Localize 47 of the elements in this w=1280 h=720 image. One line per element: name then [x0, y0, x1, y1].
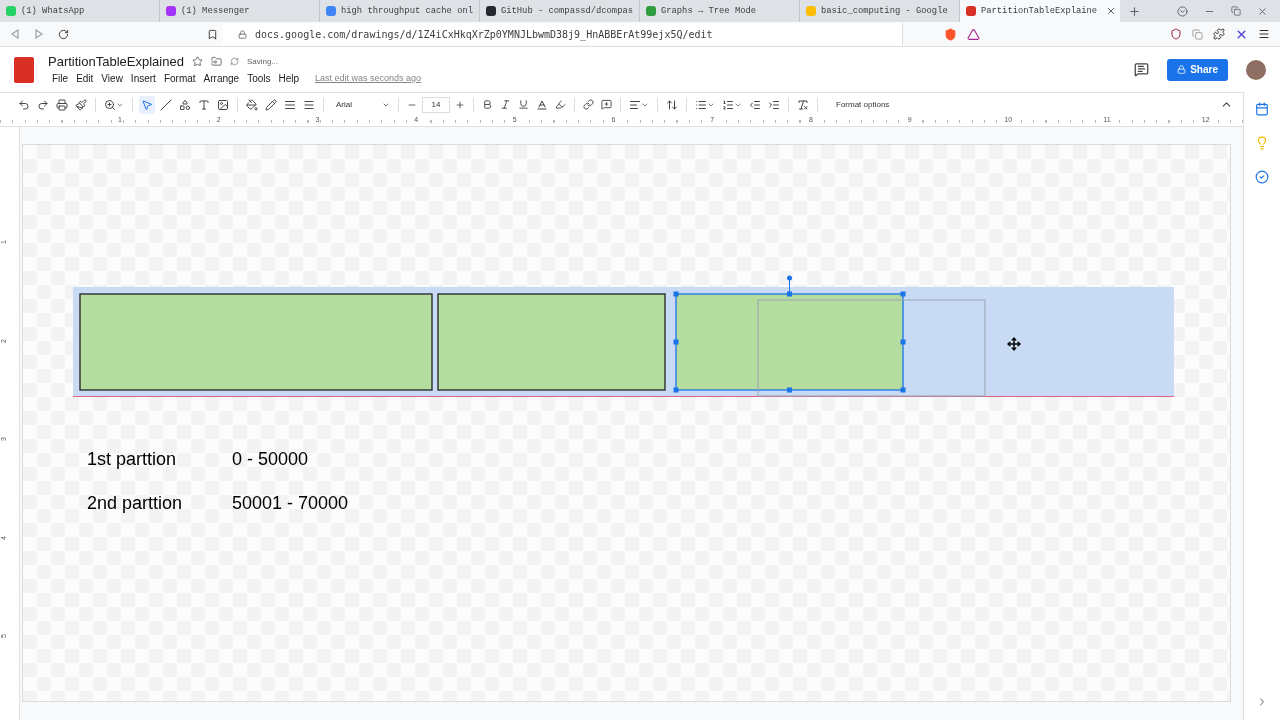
extension-icon[interactable]	[1235, 27, 1248, 41]
menu-item[interactable]: File	[48, 71, 73, 85]
last-edit-link[interactable]: Last edit was seconds ago	[315, 73, 422, 83]
move-cursor-icon	[1007, 337, 1021, 351]
document-title[interactable]: PartitionTableExplained	[48, 54, 184, 69]
lock-icon	[1177, 65, 1187, 74]
star-icon[interactable]	[191, 56, 203, 67]
sync-icon	[229, 57, 239, 66]
close-icon[interactable]	[1257, 5, 1268, 17]
puzzle-icon[interactable]	[1213, 28, 1225, 40]
share-button[interactable]: Share	[1167, 58, 1228, 81]
browser-tab[interactable]: PartitionTableExplaine	[960, 0, 1120, 22]
format-options-button[interactable]: Format options	[830, 99, 896, 110]
menu-item[interactable]: Arrange	[199, 71, 244, 85]
menu-item[interactable]: Edit	[72, 71, 98, 85]
bookmark-icon[interactable]	[207, 28, 218, 40]
selection-handles[interactable]	[673, 275, 906, 393]
menu-item[interactable]: Format	[159, 71, 200, 85]
save-status: Saving...	[246, 57, 278, 66]
menu-item[interactable]: View	[97, 71, 127, 85]
tasks-icon[interactable]	[1255, 170, 1269, 184]
tab-search-icon[interactable]	[1177, 5, 1188, 17]
menu-item[interactable]: Tools	[243, 71, 275, 85]
comments-icon[interactable]	[1134, 62, 1150, 77]
close-icon[interactable]	[1106, 6, 1116, 16]
partition-range[interactable]: 50001 - 70000	[232, 493, 349, 514]
partition-label[interactable]: 1st parttion	[87, 449, 177, 470]
extension-icon[interactable]	[1170, 28, 1182, 40]
font-size-field[interactable]: 14	[422, 96, 450, 113]
partition-label[interactable]: 2nd parttion	[87, 493, 183, 514]
partition-rectangle[interactable]	[437, 293, 666, 391]
partition-range[interactable]: 0 - 50000	[232, 449, 309, 470]
triangle-icon[interactable]	[967, 27, 980, 41]
menu-item[interactable]: Help	[274, 71, 304, 85]
menu-item[interactable]: Insert	[126, 71, 160, 85]
lock-icon	[238, 29, 247, 39]
shield-icon[interactable]	[944, 27, 957, 41]
avatar[interactable]	[1246, 59, 1266, 80]
move-folder-icon[interactable]	[210, 56, 222, 67]
calendar-icon[interactable]	[1255, 102, 1269, 116]
font-dropdown[interactable]: Arial	[330, 100, 392, 109]
restore-icon[interactable]	[1231, 6, 1241, 16]
reload-icon[interactable]	[58, 28, 69, 40]
partition-rectangle[interactable]	[79, 293, 433, 391]
menu-icon[interactable]	[1258, 28, 1270, 40]
drawing-canvas[interactable]: 1st parttion 0 - 50000 2nd parttion 50001 - 70000	[22, 144, 1231, 702]
drawings-logo-icon[interactable]	[14, 56, 34, 83]
